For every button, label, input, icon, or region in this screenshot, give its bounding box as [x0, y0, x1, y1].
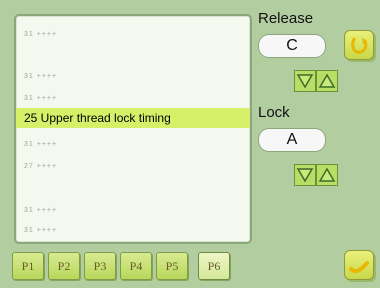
tab-p3[interactable]: P3	[84, 252, 116, 280]
tab-p2[interactable]: P2	[48, 252, 80, 280]
release-value: C	[258, 34, 326, 58]
release-label: Release	[258, 10, 314, 27]
confirm-icon	[349, 261, 369, 273]
list-item[interactable]: 31 ++++	[20, 218, 244, 238]
tab-p6[interactable]: P6	[198, 252, 230, 280]
list-item[interactable]: 31 ++++	[20, 64, 244, 84]
release-down-button[interactable]	[294, 70, 316, 92]
confirm-button[interactable]	[344, 250, 374, 280]
screen: 31 ++++ 31 ++++ 31 ++++ 25 Upper thread …	[0, 0, 380, 288]
up-arrow-icon	[318, 167, 336, 182]
return-icon	[351, 37, 368, 54]
lock-up-button[interactable]	[316, 164, 338, 186]
list-item-text: 31 ++++	[24, 31, 58, 38]
lock-label: Lock	[258, 104, 290, 121]
lock-value: A	[258, 128, 326, 152]
list-item-text: 31 ++++	[24, 227, 58, 234]
list-item-selected[interactable]: 25 Upper thread lock timing	[16, 108, 250, 128]
lock-down-button[interactable]	[294, 164, 316, 186]
list-item-label: 25 Upper thread lock timing	[24, 111, 171, 125]
list-item[interactable]: 31 ++++	[20, 22, 244, 42]
list-item-text: 31 ++++	[24, 207, 58, 214]
list-item-text: 31 ++++	[24, 95, 58, 102]
down-arrow-icon	[296, 74, 314, 89]
list-item[interactable]: 31 ++++	[20, 86, 244, 106]
list-item[interactable]: 27 ++++	[20, 154, 244, 174]
tab-p1[interactable]: P1	[12, 252, 44, 280]
up-arrow-icon	[318, 73, 336, 88]
release-up-button[interactable]	[316, 70, 338, 92]
return-button[interactable]	[344, 30, 374, 60]
down-arrow-icon	[296, 168, 314, 183]
list-item[interactable]: 31 ++++	[20, 198, 244, 218]
list-item[interactable]: 31 ++++	[20, 132, 244, 152]
function-list: 31 ++++ 31 ++++ 31 ++++ 25 Upper thread …	[14, 14, 252, 244]
list-item-text: 31 ++++	[24, 73, 58, 80]
tab-p5[interactable]: P5	[156, 252, 188, 280]
list-item-text: 27 ++++	[24, 163, 58, 170]
tab-p4[interactable]: P4	[120, 252, 152, 280]
list-item-text: 31 ++++	[24, 141, 58, 148]
